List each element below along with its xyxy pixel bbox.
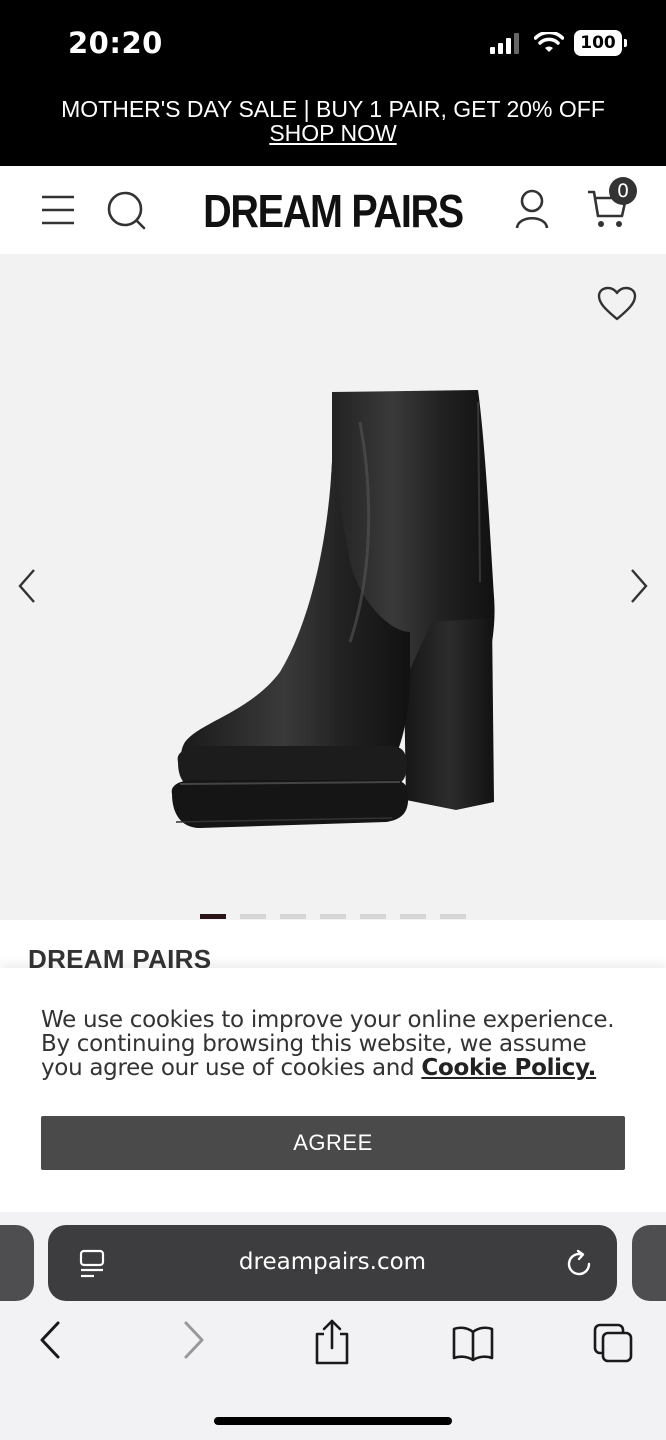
account-icon[interactable] [514,188,550,230]
reload-icon[interactable] [564,1249,594,1279]
home-indicator [214,1417,452,1425]
next-tab-preview[interactable] [632,1225,666,1301]
wishlist-heart-icon[interactable] [597,286,637,322]
carousel-dot[interactable] [280,914,306,919]
battery-icon: 100 [574,30,627,56]
agree-button[interactable]: AGREE [41,1116,625,1170]
back-arrow-icon[interactable] [38,1320,62,1360]
carousel-pagination [0,914,666,920]
promo-text: MOTHER'S DAY SALE | BUY 1 PAIR, GET 20% … [61,96,605,122]
prev-image-arrow-icon[interactable] [16,568,38,604]
cart-count-badge: 0 [609,177,637,205]
tabs-icon[interactable] [592,1322,634,1364]
carousel-dot[interactable] [400,914,426,919]
cookie-consent-banner: We use cookies to improve your online ex… [0,968,666,1212]
cellular-signal-icon [490,33,519,54]
status-bar: 20:20 100 [0,0,666,88]
product-image-carousel[interactable] [0,254,666,920]
carousel-dot[interactable] [240,914,266,919]
share-icon[interactable] [312,1318,352,1366]
product-image-boot [171,390,495,828]
cookie-policy-link[interactable]: Cookie Policy. [421,1055,596,1081]
status-icons: 100 [490,30,627,56]
carousel-dot[interactable] [320,914,346,919]
forward-arrow-icon[interactable] [182,1320,206,1360]
page: 20:20 100 MOTHER'S DAY SALE | BUY 1 PAIR… [0,0,666,1440]
site-header: DREAM PAIRS 0 [0,166,666,254]
carousel-dot[interactable] [440,914,466,919]
wifi-icon [534,32,564,52]
carousel-dot[interactable] [360,914,386,919]
url-text: dreampairs.com [238,1249,427,1275]
status-time: 20:20 [68,26,163,60]
carousel-dot[interactable] [200,914,226,919]
bookmarks-icon[interactable] [451,1324,495,1362]
battery-level: 100 [580,33,616,53]
previous-tab-preview[interactable] [0,1225,34,1301]
next-image-arrow-icon[interactable] [628,568,650,604]
promo-banner: MOTHER'S DAY SALE | BUY 1 PAIR, GET 20% … [0,88,666,166]
shop-now-link[interactable]: SHOP NOW [269,120,396,146]
cookie-message: We use cookies to improve your online ex… [41,1008,631,1080]
cart-count: 0 [616,180,630,202]
address-bar[interactable]: dreampairs.com [48,1225,617,1301]
